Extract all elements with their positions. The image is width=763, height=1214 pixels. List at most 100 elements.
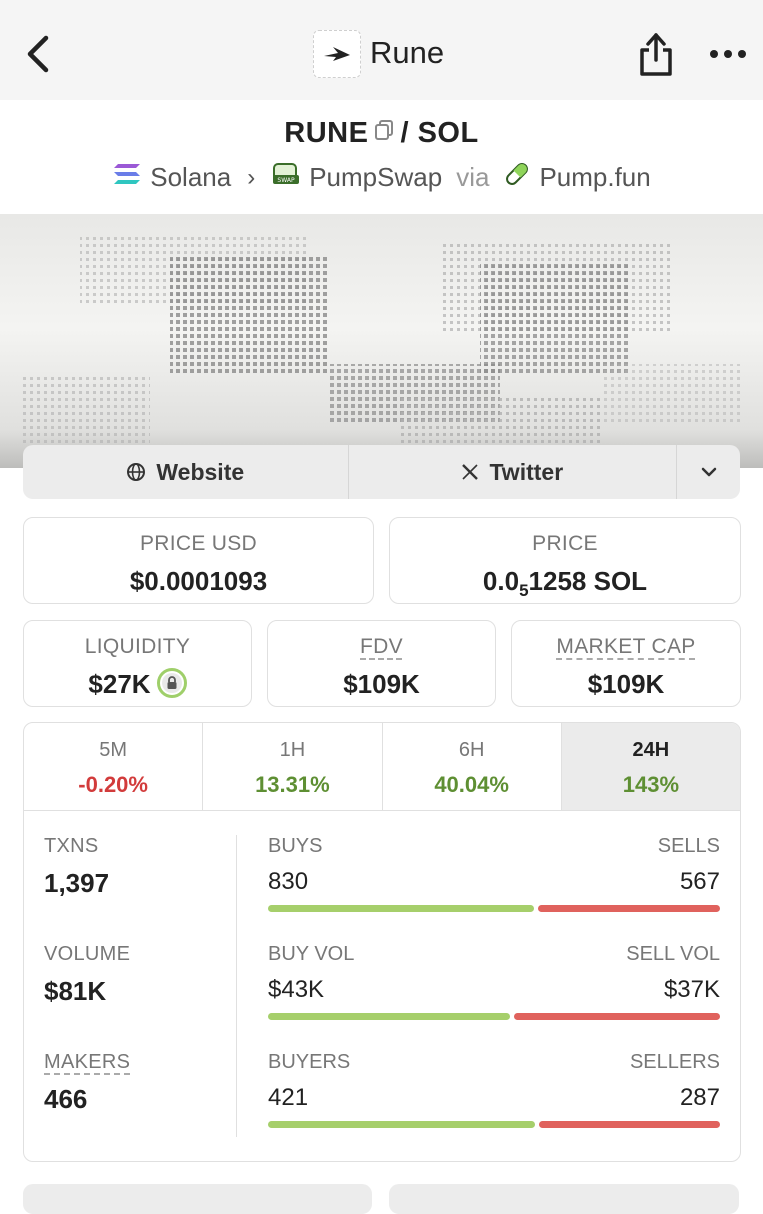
buys-bar [268, 905, 534, 912]
website-link[interactable]: Website [23, 445, 349, 499]
tab-5m[interactable]: 5M -0.20% [24, 723, 204, 810]
buyers-sellers-stat: BUYERS SELLERS 421 287 [268, 1051, 720, 1159]
makers-value: 466 [44, 1084, 88, 1114]
price-usd-value: $0.0001093 [129, 566, 268, 596]
dex-link[interactable]: PumpSwap [309, 162, 442, 193]
price-usd-card: PRICE USD $0.0001093 [23, 517, 374, 604]
tab-6h[interactable]: 6H 40.04% [383, 723, 562, 810]
breadcrumb: Solana › SWAP PumpSwap via Pump.fun [0, 160, 763, 195]
txns-value: 1,397 [44, 868, 110, 898]
tab-5m-change: -0.20% [78, 772, 148, 797]
sells-value: 567 [679, 868, 720, 895]
liquidity-card: LIQUIDITY $27K [23, 620, 252, 707]
tab-24h-change: 143% [622, 772, 680, 797]
buy-sell-volume-bar [268, 1013, 720, 1020]
base-symbol: RUNE [284, 117, 369, 150]
launchpad-link[interactable]: Pump.fun [539, 162, 650, 193]
more-options-button[interactable] [708, 40, 748, 68]
token-banner-image [0, 214, 763, 468]
solana-icon [112, 162, 142, 193]
tab-1h[interactable]: 1H 13.31% [203, 723, 383, 810]
pumpswap-icon: SWAP [271, 160, 301, 195]
share-icon [640, 33, 672, 76]
x-logo-icon [462, 464, 479, 480]
next-card-right [389, 1184, 739, 1214]
fdv-value: $109K [343, 669, 420, 699]
volume-stat: VOLUME $81K [44, 943, 234, 1051]
copy-icon[interactable] [374, 116, 394, 149]
chain-link[interactable]: Solana [150, 162, 231, 193]
buyers-value: 421 [268, 1084, 309, 1111]
price-sol-value: 0.051258 SOL [390, 566, 740, 601]
column-divider [236, 835, 237, 1137]
buy-sell-column: BUYS SELLS 830 567 BUY VOL SELL VOL $43K… [268, 835, 720, 1159]
buys-sells-stat: BUYS SELLS 830 567 [268, 835, 720, 943]
chevron-right-icon: › [247, 163, 256, 191]
website-label: Website [156, 458, 245, 485]
makers-stat: MAKERS 466 [44, 1051, 234, 1159]
buyers-bar [268, 1121, 535, 1128]
makers-label[interactable]: MAKERS [44, 1051, 234, 1074]
price-sol-suffix: 1258 SOL [528, 566, 648, 596]
buys-value: 830 [268, 868, 309, 895]
buys-sells-bar [268, 905, 720, 912]
lock-icon[interactable] [156, 668, 187, 699]
sells-label: SELLS [657, 835, 720, 857]
svg-text:SWAP: SWAP [278, 177, 296, 184]
buys-label: BUYS [268, 835, 323, 857]
buy-vol-bar [268, 1013, 510, 1020]
share-button[interactable] [636, 30, 676, 78]
txns-label: TXNS [44, 835, 99, 857]
price-sol-label: PRICE [532, 532, 598, 555]
market-cap-label[interactable]: MARKET CAP [512, 635, 740, 659]
sells-bar [538, 905, 720, 912]
liquidity-amount: $27K [88, 669, 151, 699]
sellers-value: 287 [679, 1084, 720, 1111]
price-sol-zero-count: 5 [519, 581, 529, 601]
page-title: Rune [370, 35, 445, 70]
top-nav-bar: Rune [0, 0, 763, 100]
buyers-label: BUYERS [268, 1051, 351, 1073]
twitter-link[interactable]: Twitter [349, 445, 678, 499]
timeframe-tabs: 5M -0.20% 1H 13.31% 6H 40.04% 24H 143% [24, 723, 740, 811]
txns-stat: TXNS 1,397 [44, 835, 234, 943]
tab-6h-label: 6H [458, 739, 485, 761]
buy-sell-volume-stat: BUY VOL SELL VOL $43K $37K [268, 943, 720, 1051]
totals-column: TXNS 1,397 VOLUME $81K MAKERS 466 [44, 835, 234, 1159]
pair-separator: / [400, 117, 410, 150]
price-usd-label: PRICE USD [139, 532, 258, 555]
via-label: via [456, 162, 490, 192]
sell-vol-bar [514, 1013, 720, 1020]
tab-5m-label: 5M [99, 739, 128, 761]
chevron-down-icon [701, 467, 716, 477]
more-horizontal-icon [710, 50, 746, 58]
fdv-label[interactable]: FDV [268, 635, 495, 659]
fdv-card: FDV $109K [267, 620, 496, 707]
more-links-button[interactable] [677, 445, 740, 499]
pair-title: RUNE / SOL [0, 116, 763, 153]
links-bar: Website Twitter [23, 445, 740, 499]
market-cap-value: $109K [587, 669, 665, 699]
volume-label: VOLUME [44, 943, 131, 965]
rune-logo-icon [324, 47, 350, 61]
pill-icon [503, 160, 531, 195]
market-cap-card: MARKET CAP $109K [511, 620, 741, 707]
buyers-sellers-bar [268, 1121, 720, 1128]
sellers-bar [539, 1121, 720, 1128]
chevron-left-icon [27, 35, 49, 73]
volume-value: $81K [44, 976, 107, 1006]
price-sol-card: PRICE 0.051258 SOL [389, 517, 741, 604]
tab-6h-change: 40.04% [434, 772, 509, 797]
buy-vol-label: BUY VOL [268, 943, 355, 965]
back-button[interactable] [22, 34, 62, 74]
tab-24h-label: 24H [632, 739, 670, 761]
activity-panel: 5M -0.20% 1H 13.31% 6H 40.04% 24H 143% T… [23, 722, 741, 1162]
tab-1h-change: 13.31% [255, 772, 330, 797]
sell-vol-value: $37K [663, 976, 720, 1003]
tab-24h[interactable]: 24H 143% [561, 723, 740, 810]
liquidity-label: LIQUIDITY [84, 635, 191, 658]
sell-vol-label: SELL VOL [626, 943, 720, 965]
buy-vol-value: $43K [268, 976, 325, 1003]
twitter-label: Twitter [489, 458, 564, 485]
sellers-label: SELLERS [629, 1051, 720, 1073]
